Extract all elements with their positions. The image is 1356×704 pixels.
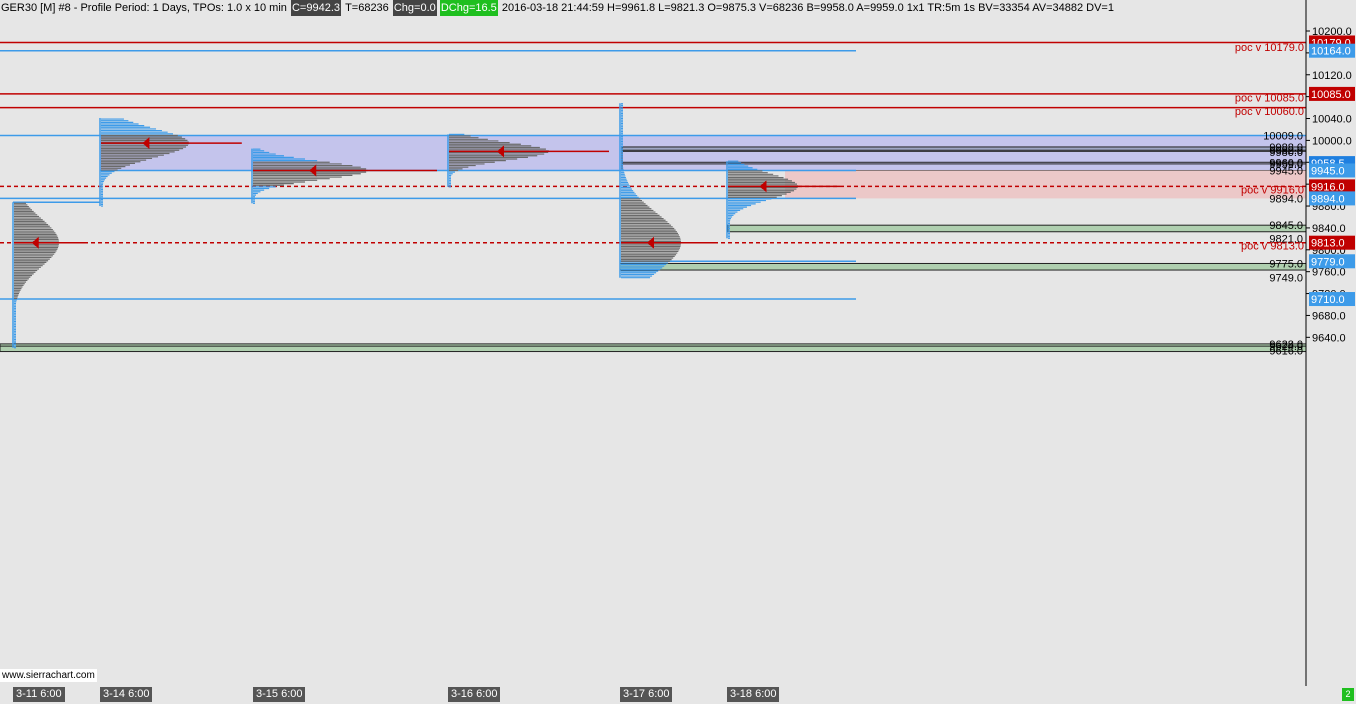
price-badge-label: 10085.0: [1311, 89, 1351, 101]
price-badge-label: 9710.0: [1311, 294, 1345, 306]
watermark: www.sierrachart.com: [0, 669, 97, 682]
axis-tick-label: 9640.0: [1312, 332, 1346, 344]
poc-label: poc v 10060.0: [1235, 106, 1304, 118]
axis-tick-label: 9760.0: [1312, 267, 1346, 279]
date-label-3-18: 3-18 6:00: [727, 687, 780, 702]
green-zone-9775: [619, 262, 1307, 271]
price-badge-label: 9813.0: [1311, 238, 1345, 250]
bar-info: 2016-03-18 21:44:59 H=9961.8 L=9821.3 O=…: [501, 2, 1114, 14]
level-label: 10009.0: [1263, 130, 1303, 142]
date-label-3-15: 3-15 6:00: [253, 687, 306, 702]
green-zone-9845: [727, 224, 1307, 233]
tick-count: T=68236: [345, 2, 389, 14]
date-label-3-11: 3-11 6:00: [13, 687, 65, 702]
chart-header: GER30 [M] #8 - Profile Period: 1 Days, T…: [0, 0, 1115, 16]
poc-label: poc v 9813.0: [1241, 240, 1304, 252]
level-label: 9749.0: [1269, 273, 1303, 285]
market-profile-chart[interactable]: 10200.010160.010120.010080.010040.010000…: [0, 0, 1356, 704]
value-area-band-9959: [621, 163, 1307, 171]
axis-tick-label: 9840.0: [1312, 223, 1346, 235]
poc-label: poc v 9916.0: [1241, 185, 1304, 197]
level-label: 9945.0: [1269, 165, 1303, 177]
close-value: C=9942.3: [290, 0, 341, 16]
level-label: 9845.0: [1269, 220, 1303, 232]
price-badge-label: 9894.0: [1311, 193, 1345, 205]
price-badge-label: 10164.0: [1311, 46, 1351, 58]
date-label-3-17: 3-17 6:00: [620, 687, 673, 702]
value-area-band-9980: [621, 150, 1307, 163]
green-zone-9628: [0, 343, 1307, 353]
profile-3-11: [12, 202, 86, 349]
change-value: Chg=0.0: [392, 0, 437, 16]
level-label: 9775.0: [1269, 258, 1303, 270]
daily-change-value: DChg=16.5: [439, 0, 498, 16]
level-label: 9616.0: [1269, 345, 1303, 357]
price-badge-label: 9779.0: [1311, 256, 1345, 268]
axis-tick-label: 10120.0: [1312, 70, 1352, 82]
axis-tick-label: 9680.0: [1312, 310, 1346, 322]
poc-label: poc v 10179.0: [1235, 42, 1304, 54]
price-badge-label: 9945.0: [1311, 165, 1345, 177]
poc-label: poc v 10085.0: [1235, 93, 1304, 105]
axis-tick-label: 10000.0: [1312, 135, 1352, 147]
date-label-3-16: 3-16 6:00: [448, 687, 501, 702]
chart-symbol: GER30 [M] #8 - Profile Period: 1 Days, T…: [1, 2, 287, 14]
value-area-band-9988: [621, 146, 1307, 151]
axis-tick-label: 10040.0: [1312, 114, 1352, 126]
red-zone-9945: [785, 170, 1306, 199]
profile-3-17: [619, 103, 717, 279]
date-label-3-14: 3-14 6:00: [100, 687, 153, 702]
scroll-indicator[interactable]: 2: [1342, 688, 1354, 701]
